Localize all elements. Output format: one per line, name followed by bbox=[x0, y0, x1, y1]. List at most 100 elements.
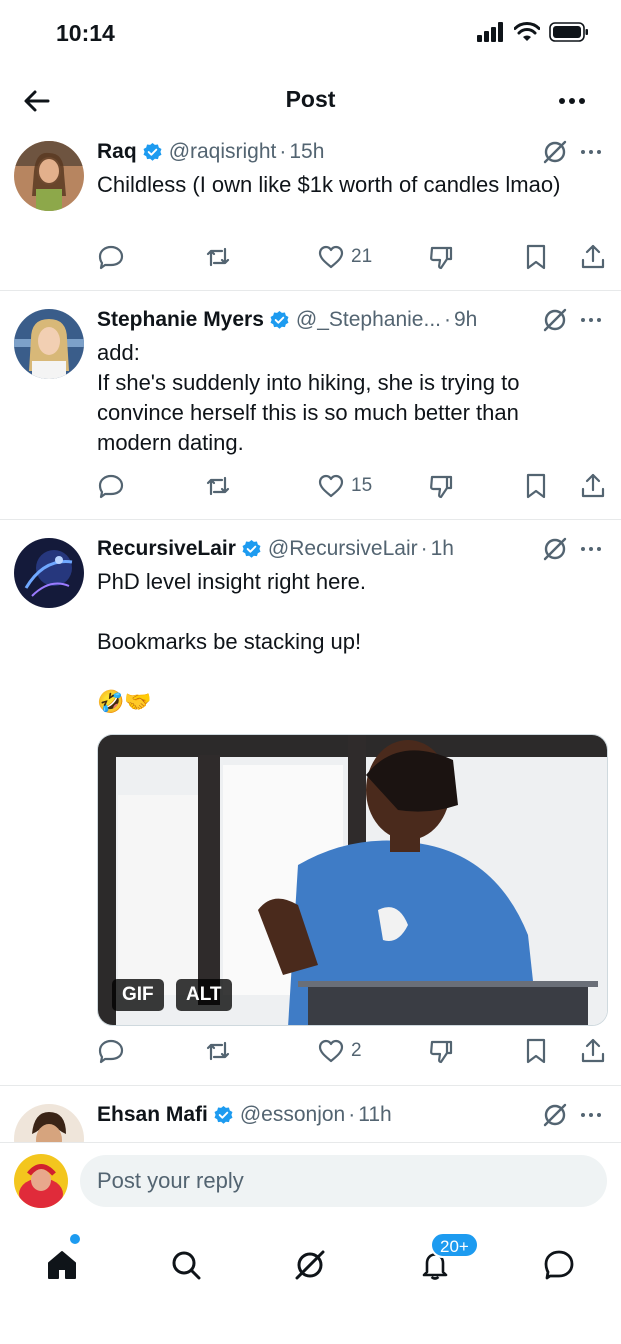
more-icon[interactable] bbox=[577, 306, 605, 334]
top-bar: Post bbox=[0, 72, 621, 128]
share-button[interactable] bbox=[579, 1035, 607, 1067]
grok-icon[interactable] bbox=[541, 138, 569, 166]
author-handle[interactable]: @RecursiveLair bbox=[268, 537, 418, 561]
like-count: 21 bbox=[351, 246, 373, 267]
share-icon bbox=[581, 473, 605, 498]
alt-badge[interactable]: ALT bbox=[176, 979, 232, 1011]
tweet-text-line: If she's suddenly into hiking, she is tr… bbox=[97, 370, 520, 455]
home-notification-dot bbox=[70, 1234, 80, 1244]
tweet-text-line: add: bbox=[97, 340, 140, 365]
avatar[interactable] bbox=[14, 538, 84, 608]
retweet-icon bbox=[206, 476, 230, 496]
like-button[interactable]: 2 bbox=[317, 1035, 362, 1067]
tweet-header: Ehsan Mafi @essonjon · 11h bbox=[97, 1100, 601, 1130]
battery-icon bbox=[549, 22, 588, 42]
gif-media[interactable]: GIF ALT bbox=[97, 734, 608, 1026]
reply-button[interactable] bbox=[97, 470, 125, 502]
author-handle[interactable]: @essonjon bbox=[240, 1103, 345, 1127]
separator-dot: · bbox=[444, 308, 451, 331]
author-name[interactable]: RecursiveLair bbox=[97, 537, 236, 561]
tweet-time[interactable]: 11h bbox=[358, 1103, 391, 1127]
avatar[interactable] bbox=[14, 141, 84, 211]
tweet[interactable]: RecursiveLair @RecursiveLair · 1h PhD le… bbox=[0, 521, 621, 1086]
reply-input[interactable] bbox=[80, 1155, 607, 1207]
tweet-time[interactable]: 1h bbox=[431, 537, 454, 561]
tweet-time[interactable]: 9h bbox=[454, 308, 477, 332]
dislike-icon bbox=[430, 475, 453, 499]
dislike-button[interactable] bbox=[427, 241, 455, 273]
tab-home[interactable] bbox=[31, 1234, 93, 1296]
tweet-text: PhD level insight right here. Bookmarks … bbox=[97, 567, 581, 717]
separator-dot: · bbox=[279, 140, 287, 163]
avatar[interactable] bbox=[14, 309, 84, 379]
retweet-icon bbox=[206, 1041, 230, 1061]
like-count: 15 bbox=[351, 475, 373, 496]
tweet[interactable]: Stephanie Myers @_Stephanie... · 9h add:… bbox=[0, 292, 621, 520]
retweet-button[interactable] bbox=[204, 1035, 232, 1067]
author-handle[interactable]: @_Stephanie... bbox=[296, 308, 441, 332]
reply-button[interactable] bbox=[97, 1035, 125, 1067]
avatar[interactable] bbox=[14, 1104, 84, 1143]
author-name[interactable]: Ehsan Mafi bbox=[97, 1103, 208, 1127]
dislike-button[interactable] bbox=[427, 1035, 455, 1067]
tweet-header: Stephanie Myers @_Stephanie... · 9h bbox=[97, 305, 601, 335]
tweet-text: Childless (I own like $1k worth of candl… bbox=[97, 172, 561, 197]
more-icon[interactable] bbox=[577, 1101, 605, 1129]
gif-badge: GIF bbox=[112, 979, 164, 1011]
grok-icon bbox=[295, 1250, 325, 1280]
share-button[interactable] bbox=[579, 470, 607, 502]
verified-icon bbox=[270, 310, 289, 329]
bookmark-button[interactable] bbox=[522, 1035, 550, 1067]
home-icon bbox=[48, 1251, 76, 1279]
my-avatar[interactable] bbox=[14, 1154, 68, 1208]
author-handle[interactable]: @raqisright bbox=[169, 140, 277, 164]
tweet-actions: 2 bbox=[97, 1035, 607, 1067]
share-button[interactable] bbox=[579, 241, 607, 273]
tweet-time[interactable]: 15h bbox=[289, 140, 324, 164]
tweet[interactable]: Ehsan Mafi @essonjon · 11h bbox=[0, 1087, 621, 1143]
like-count: 2 bbox=[351, 1040, 362, 1061]
author-name[interactable]: Stephanie Myers bbox=[97, 308, 264, 332]
separator-dot: · bbox=[348, 1103, 356, 1126]
status-icons bbox=[477, 22, 589, 42]
dislike-icon bbox=[430, 1040, 453, 1064]
tab-grok[interactable] bbox=[279, 1234, 341, 1296]
like-button[interactable]: 15 bbox=[317, 470, 372, 502]
reply-button[interactable] bbox=[97, 241, 125, 273]
tab-search[interactable] bbox=[155, 1234, 217, 1296]
reply-icon bbox=[98, 1039, 124, 1064]
retweet-icon bbox=[206, 247, 230, 267]
bookmark-button[interactable] bbox=[522, 241, 550, 273]
tweet[interactable]: Raq @raqisright · 15h Childless (I own l… bbox=[0, 128, 621, 291]
bookmark-button[interactable] bbox=[522, 470, 550, 502]
tab-messages[interactable] bbox=[528, 1234, 590, 1296]
grok-icon[interactable] bbox=[541, 306, 569, 334]
bottom-tab-bar: 20+ bbox=[0, 1220, 621, 1344]
dislike-button[interactable] bbox=[427, 470, 455, 502]
verified-icon bbox=[214, 1105, 233, 1124]
tweet-header: RecursiveLair @RecursiveLair · 1h bbox=[97, 534, 601, 564]
retweet-button[interactable] bbox=[204, 241, 232, 273]
heart-icon bbox=[318, 245, 344, 269]
wifi-icon bbox=[514, 22, 540, 41]
separator-dot: · bbox=[420, 537, 428, 560]
status-time: 10:14 bbox=[56, 20, 115, 46]
share-icon bbox=[581, 244, 605, 269]
grok-icon[interactable] bbox=[541, 1101, 569, 1129]
bookmark-icon bbox=[526, 244, 546, 270]
grok-icon[interactable] bbox=[541, 535, 569, 563]
tweet-emoji: 🤣🤝 bbox=[97, 689, 152, 714]
retweet-button[interactable] bbox=[204, 470, 232, 502]
more-icon[interactable] bbox=[577, 535, 605, 563]
reply-icon bbox=[98, 474, 124, 499]
more-icon[interactable] bbox=[555, 84, 589, 118]
gif-image bbox=[98, 735, 607, 1025]
more-icon[interactable] bbox=[577, 138, 605, 166]
author-name[interactable]: Raq bbox=[97, 140, 137, 164]
like-button[interactable]: 21 bbox=[317, 241, 372, 273]
bookmark-icon bbox=[526, 473, 546, 499]
notifications-badge: 20+ bbox=[430, 1232, 479, 1258]
heart-icon bbox=[318, 1039, 344, 1063]
